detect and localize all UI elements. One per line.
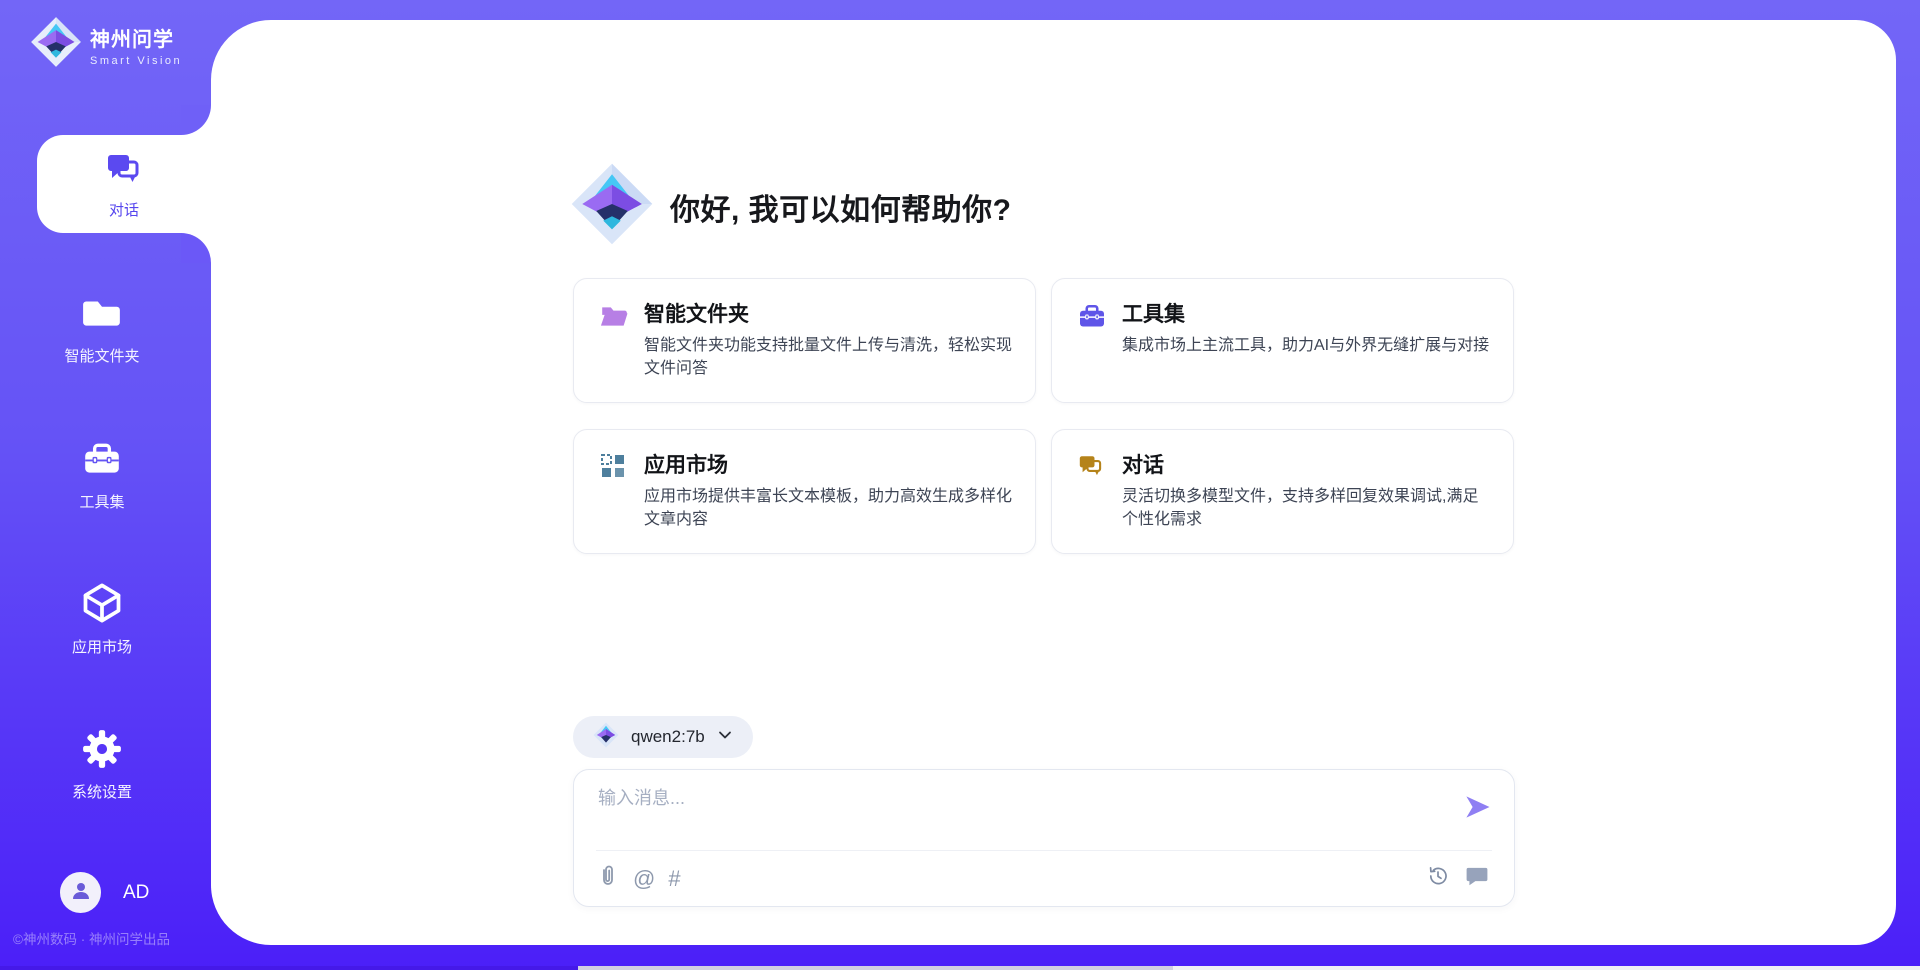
card-description: 集成市场上主流工具，助力AI与外界无缝扩展与对接 <box>1122 334 1490 357</box>
brand-name: 神州问学 <box>90 23 182 52</box>
greeting-header: 你好, 我可以如何帮助你? <box>570 162 1012 251</box>
feature-card-smart-folder[interactable]: 智能文件夹 智能文件夹功能支持批量文件上传与清洗，轻松实现文件问答 <box>573 278 1036 403</box>
model-selector[interactable]: qwen2:7b <box>573 716 753 758</box>
sidebar-item-label: 工具集 <box>0 491 204 512</box>
sidebar-item-label: 应用市场 <box>0 636 204 657</box>
attachment-icon[interactable] <box>596 863 620 895</box>
model-name: qwen2:7b <box>631 727 705 747</box>
gem-assistant-icon <box>570 162 654 251</box>
card-description: 应用市场提供丰富长文本模板，助力高效生成多样化文章内容 <box>644 485 1012 531</box>
user-account[interactable]: AD <box>60 872 149 913</box>
feature-card-toolset[interactable]: 工具集 集成市场上主流工具，助力AI与外界无缝扩展与对接 <box>1051 278 1514 403</box>
sidebar-item-toolset[interactable]: 工具集 <box>0 438 204 512</box>
message-input[interactable] <box>598 784 1458 844</box>
toolbox-icon <box>81 438 123 485</box>
sidebar-item-smart-folder[interactable]: 智能文件夹 <box>0 292 204 366</box>
mention-icon[interactable]: @ <box>633 866 655 892</box>
card-title: 智能文件夹 <box>644 298 749 328</box>
scrollbar-thumb[interactable] <box>578 966 1173 970</box>
chat-bubble-icon[interactable] <box>1464 863 1490 894</box>
copyright-text: ©神州数码 · 神州问学出品 <box>13 928 170 948</box>
gear-icon <box>81 728 123 775</box>
app-grid-icon <box>599 452 627 485</box>
card-description: 灵活切换多模型文件，支持多样回复效果调试,满足个性化需求 <box>1122 485 1490 531</box>
message-composer: @ # <box>573 769 1515 907</box>
avatar[interactable] <box>60 872 101 913</box>
sidebar-item-label: 对话 <box>37 199 211 220</box>
folder-open-icon <box>599 301 629 336</box>
composer-divider <box>596 850 1492 851</box>
send-icon[interactable] <box>1462 792 1492 822</box>
hashtag-icon[interactable]: # <box>668 866 680 892</box>
chat-bubbles-icon <box>1077 452 1105 485</box>
tab-connector-bottom <box>181 233 211 263</box>
brand-tagline: Smart Vision <box>90 55 182 67</box>
sidebar-item-label: 智能文件夹 <box>0 345 204 366</box>
scrollbar-track-right <box>1173 966 1920 970</box>
gem-model-icon <box>593 722 619 753</box>
greeting-text: 你好, 我可以如何帮助你? <box>670 185 1012 229</box>
app-window: 神州问学 Smart Vision 对话 <box>0 0 1920 970</box>
feature-card-chat[interactable]: 对话 灵活切换多模型文件，支持多样回复效果调试,满足个性化需求 <box>1051 429 1514 554</box>
user-icon <box>69 878 93 907</box>
brand-logo: 神州问学 Smart Vision <box>30 16 182 73</box>
tab-connector-top <box>181 105 211 135</box>
scrollbar-track-left <box>0 966 578 970</box>
sidebar-item-settings[interactable]: 系统设置 <box>0 728 204 802</box>
history-icon[interactable] <box>1426 864 1450 893</box>
card-description: 智能文件夹功能支持批量文件上传与清洗，轻松实现文件问答 <box>644 334 1012 380</box>
gem-logo-icon <box>30 16 82 73</box>
feature-card-app-market[interactable]: 应用市场 应用市场提供丰富长文本模板，助力高效生成多样化文章内容 <box>573 429 1036 554</box>
card-title: 应用市场 <box>644 449 728 479</box>
sidebar: 神州问学 Smart Vision 对话 <box>0 0 211 970</box>
card-title: 工具集 <box>1122 298 1185 328</box>
sidebar-item-chat[interactable]: 对话 <box>37 135 211 233</box>
chat-bubbles-icon <box>104 149 144 194</box>
sidebar-item-app-market[interactable]: 应用市场 <box>0 581 204 657</box>
toolbox-icon <box>1077 301 1107 336</box>
horizontal-scrollbar[interactable] <box>0 966 1920 970</box>
user-name: AD <box>123 882 149 904</box>
card-title: 对话 <box>1122 449 1164 479</box>
cube-icon <box>80 581 124 630</box>
sidebar-item-label: 系统设置 <box>0 781 204 802</box>
chevron-down-icon <box>717 727 733 748</box>
folder-icon <box>81 292 123 339</box>
